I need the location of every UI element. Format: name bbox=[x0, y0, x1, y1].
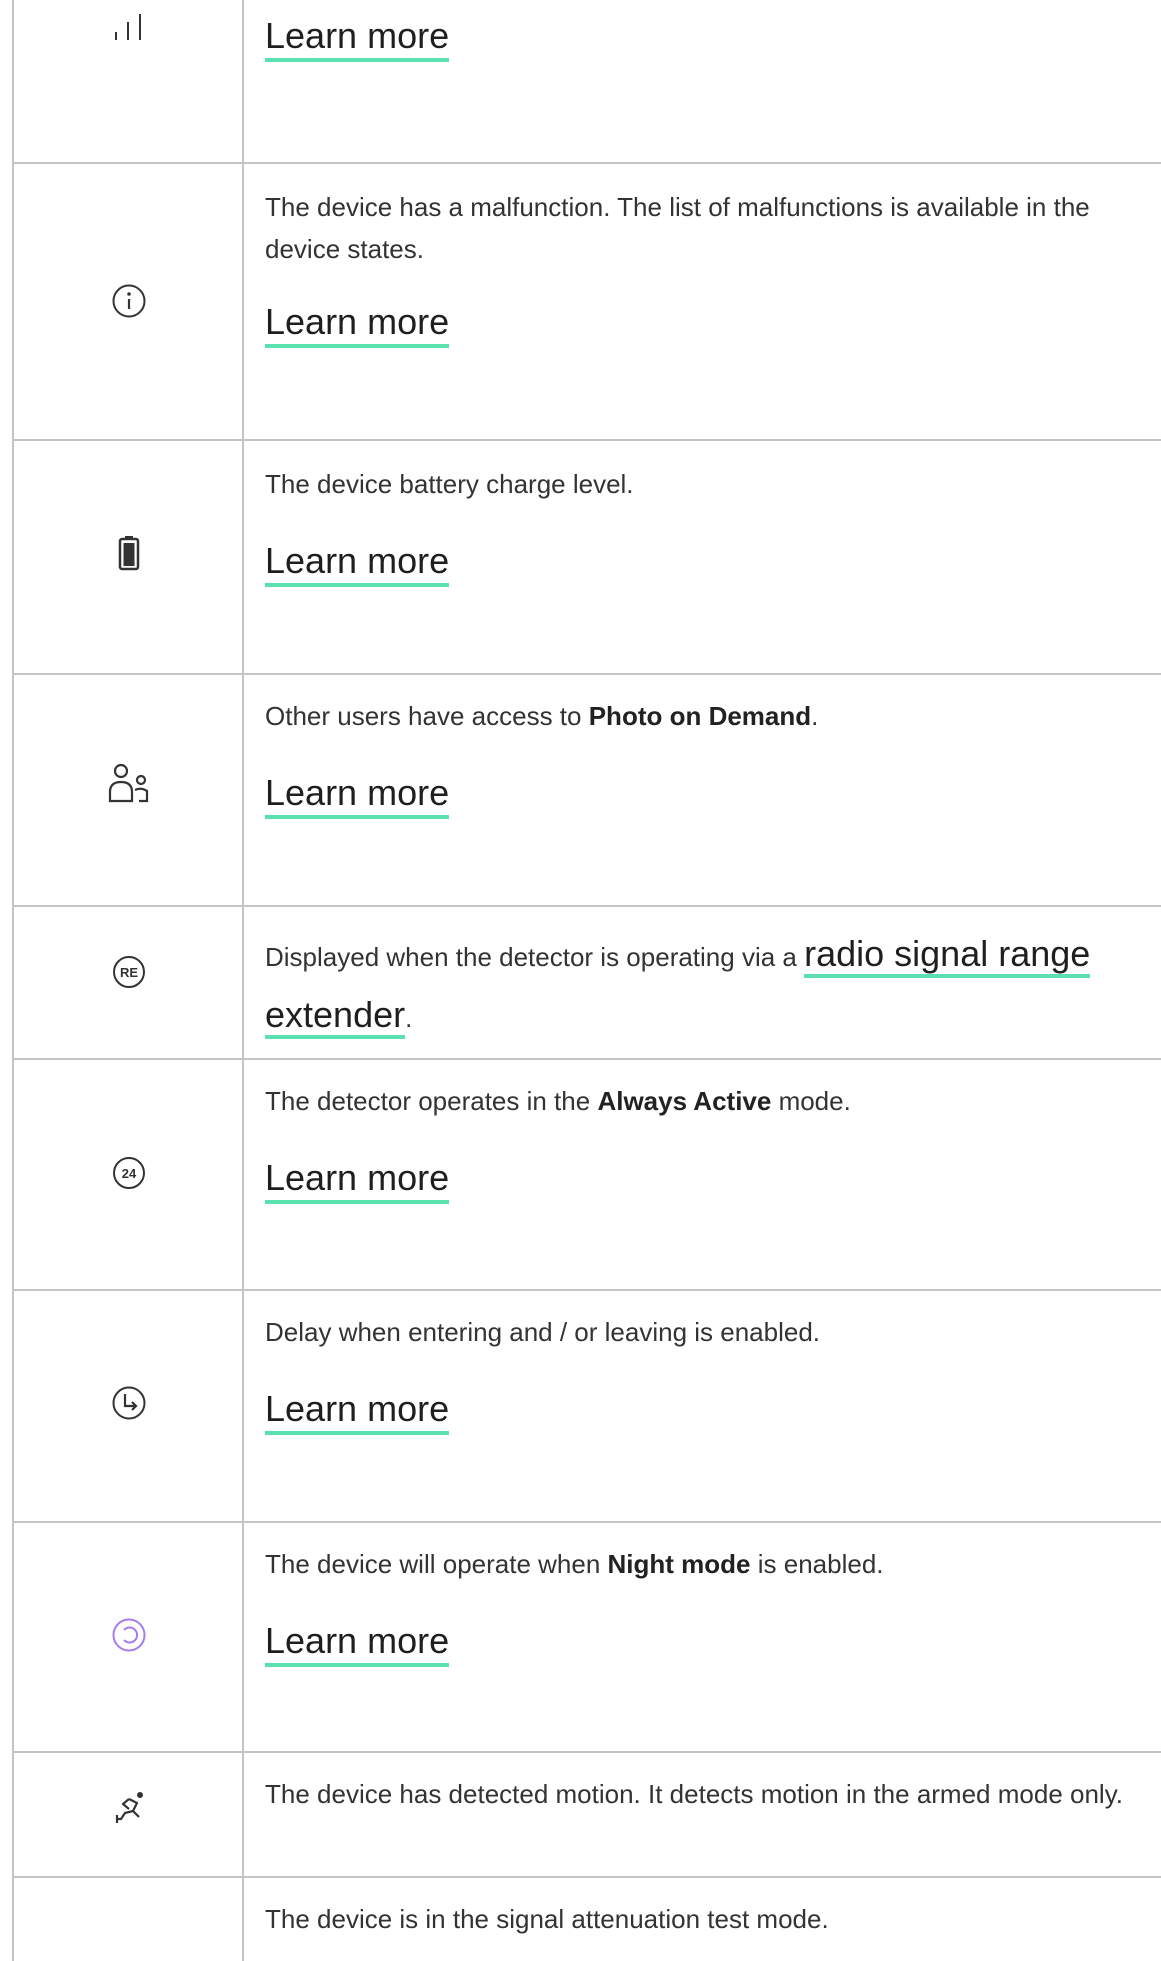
row-description: The detector operates in the Always Acti… bbox=[265, 1086, 851, 1116]
row-description: Other users have access to Photo on Dema… bbox=[265, 701, 819, 731]
signal-strength-icon bbox=[109, 12, 149, 42]
row-description: Displayed when the detector is operating… bbox=[265, 925, 1125, 1047]
description-cell: The device has detected motion. It detec… bbox=[265, 1773, 1161, 1815]
icon-cell bbox=[14, 675, 244, 905]
table-row: Other users have access to Photo on Dema… bbox=[12, 675, 1161, 907]
row-description: The device has a malfunction. The list o… bbox=[265, 192, 1090, 264]
table-row: The device battery charge level. Learn m… bbox=[12, 441, 1161, 675]
shared-users-icon bbox=[107, 762, 151, 804]
learn-more-link[interactable]: Learn more bbox=[265, 14, 450, 62]
icon-cell bbox=[14, 0, 244, 162]
battery-icon bbox=[118, 535, 140, 571]
description-cell: Learn more bbox=[265, 14, 1161, 62]
learn-more-link[interactable]: Learn more bbox=[265, 539, 450, 587]
description-cell: The device is in the signal attenuation … bbox=[265, 1898, 1161, 1940]
learn-more-link[interactable]: Learn more bbox=[265, 1156, 450, 1204]
icon-cell bbox=[14, 1523, 244, 1751]
motion-detected-icon bbox=[109, 1789, 149, 1825]
icon-cell: RE bbox=[14, 907, 244, 1058]
description-cell: Delay when entering and / or leaving is … bbox=[265, 1311, 1161, 1435]
icon-cell bbox=[14, 441, 244, 673]
row-description: The device battery charge level. bbox=[265, 469, 634, 499]
table-row: The device has detected motion. It detec… bbox=[12, 1753, 1161, 1878]
learn-more-link[interactable]: Learn more bbox=[265, 1387, 450, 1435]
icon-cell bbox=[14, 1291, 244, 1521]
table-row: The device is in the signal attenuation … bbox=[12, 1878, 1161, 1961]
table-row: The device will operate when Night mode … bbox=[12, 1523, 1161, 1753]
table-row: 24 The detector operates in the Always A… bbox=[12, 1060, 1161, 1291]
re-badge-icon: RE bbox=[111, 954, 147, 990]
description-cell: Displayed when the detector is operating… bbox=[265, 925, 1161, 1047]
table-row: RE Displayed when the detector is operat… bbox=[12, 907, 1161, 1060]
row-description: The device will operate when Night mode … bbox=[265, 1549, 884, 1579]
row-description: Delay when entering and / or leaving is … bbox=[265, 1317, 821, 1347]
learn-more-link[interactable]: Learn more bbox=[265, 300, 450, 348]
icon-cell bbox=[14, 1753, 244, 1876]
table-row: Learn more bbox=[12, 0, 1161, 164]
bold-term: Night mode bbox=[607, 1549, 751, 1579]
description-cell: The device has a malfunction. The list o… bbox=[265, 186, 1161, 348]
svg-text:24: 24 bbox=[122, 1166, 137, 1181]
description-cell: Other users have access to Photo on Dema… bbox=[265, 695, 1161, 819]
learn-more-link[interactable]: Learn more bbox=[265, 1619, 450, 1667]
description-cell: The detector operates in the Always Acti… bbox=[265, 1080, 1161, 1204]
bold-term: Always Active bbox=[597, 1086, 772, 1116]
table-row: Delay when entering and / or leaving is … bbox=[12, 1291, 1161, 1523]
night-mode-icon bbox=[111, 1617, 147, 1653]
info-circle-icon bbox=[111, 283, 147, 319]
icon-cell bbox=[14, 164, 244, 439]
icon-cell: 24 bbox=[14, 1060, 244, 1289]
svg-text:RE: RE bbox=[120, 965, 138, 980]
delay-clock-icon bbox=[111, 1385, 147, 1421]
bold-term: Photo on Demand bbox=[588, 701, 812, 731]
description-cell: The device will operate when Night mode … bbox=[265, 1543, 1161, 1667]
table-row: The device has a malfunction. The list o… bbox=[12, 164, 1161, 441]
always-active-24-icon: 24 bbox=[111, 1155, 147, 1191]
row-description: The device has detected motion. It detec… bbox=[265, 1779, 1123, 1809]
description-cell: The device battery charge level. Learn m… bbox=[265, 463, 1161, 587]
learn-more-link[interactable]: Learn more bbox=[265, 771, 450, 819]
row-description: The device is in the signal attenuation … bbox=[265, 1904, 829, 1934]
